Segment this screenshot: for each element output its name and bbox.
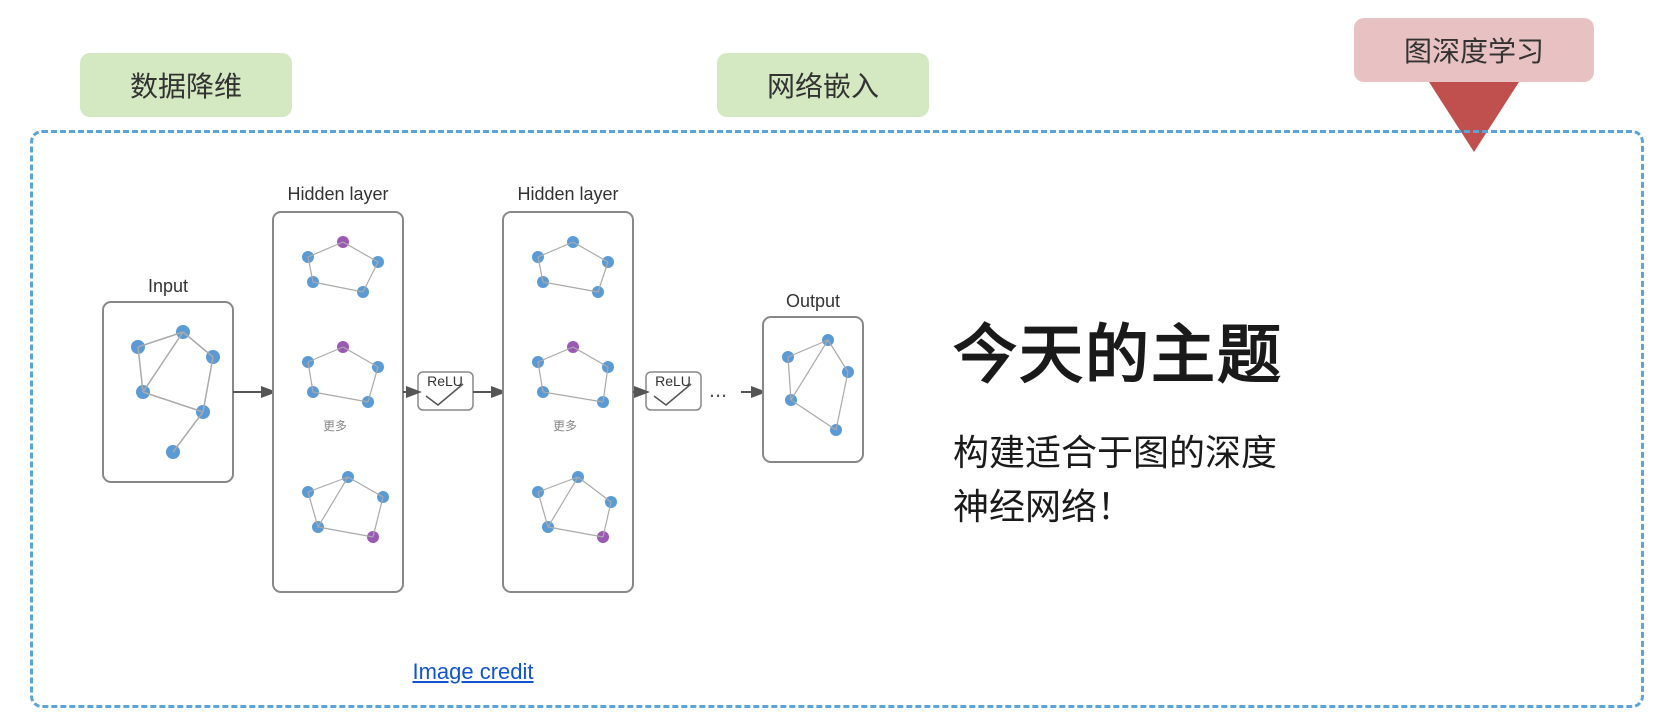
image-credit-container: Image credit <box>63 659 883 685</box>
nn-diagram-svg: Input Hidd <box>73 162 873 642</box>
today-title: 今天的主题 <box>953 304 1611 396</box>
tag-data-reduction: 数据降维 <box>80 53 292 117</box>
svg-text:ReLU: ReLU <box>655 373 691 389</box>
tag-graph-deep-learning: 图深度学习 <box>1354 18 1594 82</box>
svg-text:Output: Output <box>786 291 840 311</box>
svg-text:Hidden layer: Hidden layer <box>517 184 618 204</box>
right-panel: 今天的主题 构建适合于图的深度神经网络！ <box>913 153 1611 685</box>
svg-text:更多: 更多 <box>323 419 347 433</box>
svg-text:Input: Input <box>148 276 188 296</box>
svg-text:更多: 更多 <box>553 419 577 433</box>
today-description: 构建适合于图的深度神经网络！ <box>953 426 1611 534</box>
image-credit-link[interactable]: Image credit <box>412 659 533 684</box>
nn-image-area: Input Hidd <box>63 153 883 651</box>
svg-text:ReLU: ReLU <box>427 373 463 389</box>
nn-diagram-container: Input Hidd <box>63 153 883 685</box>
svg-text:Hidden layer: Hidden layer <box>287 184 388 204</box>
svg-text:...: ... <box>709 377 727 402</box>
tag-network-embedding: 网络嵌入 <box>717 53 929 117</box>
main-content-box: Input Hidd <box>30 130 1644 708</box>
